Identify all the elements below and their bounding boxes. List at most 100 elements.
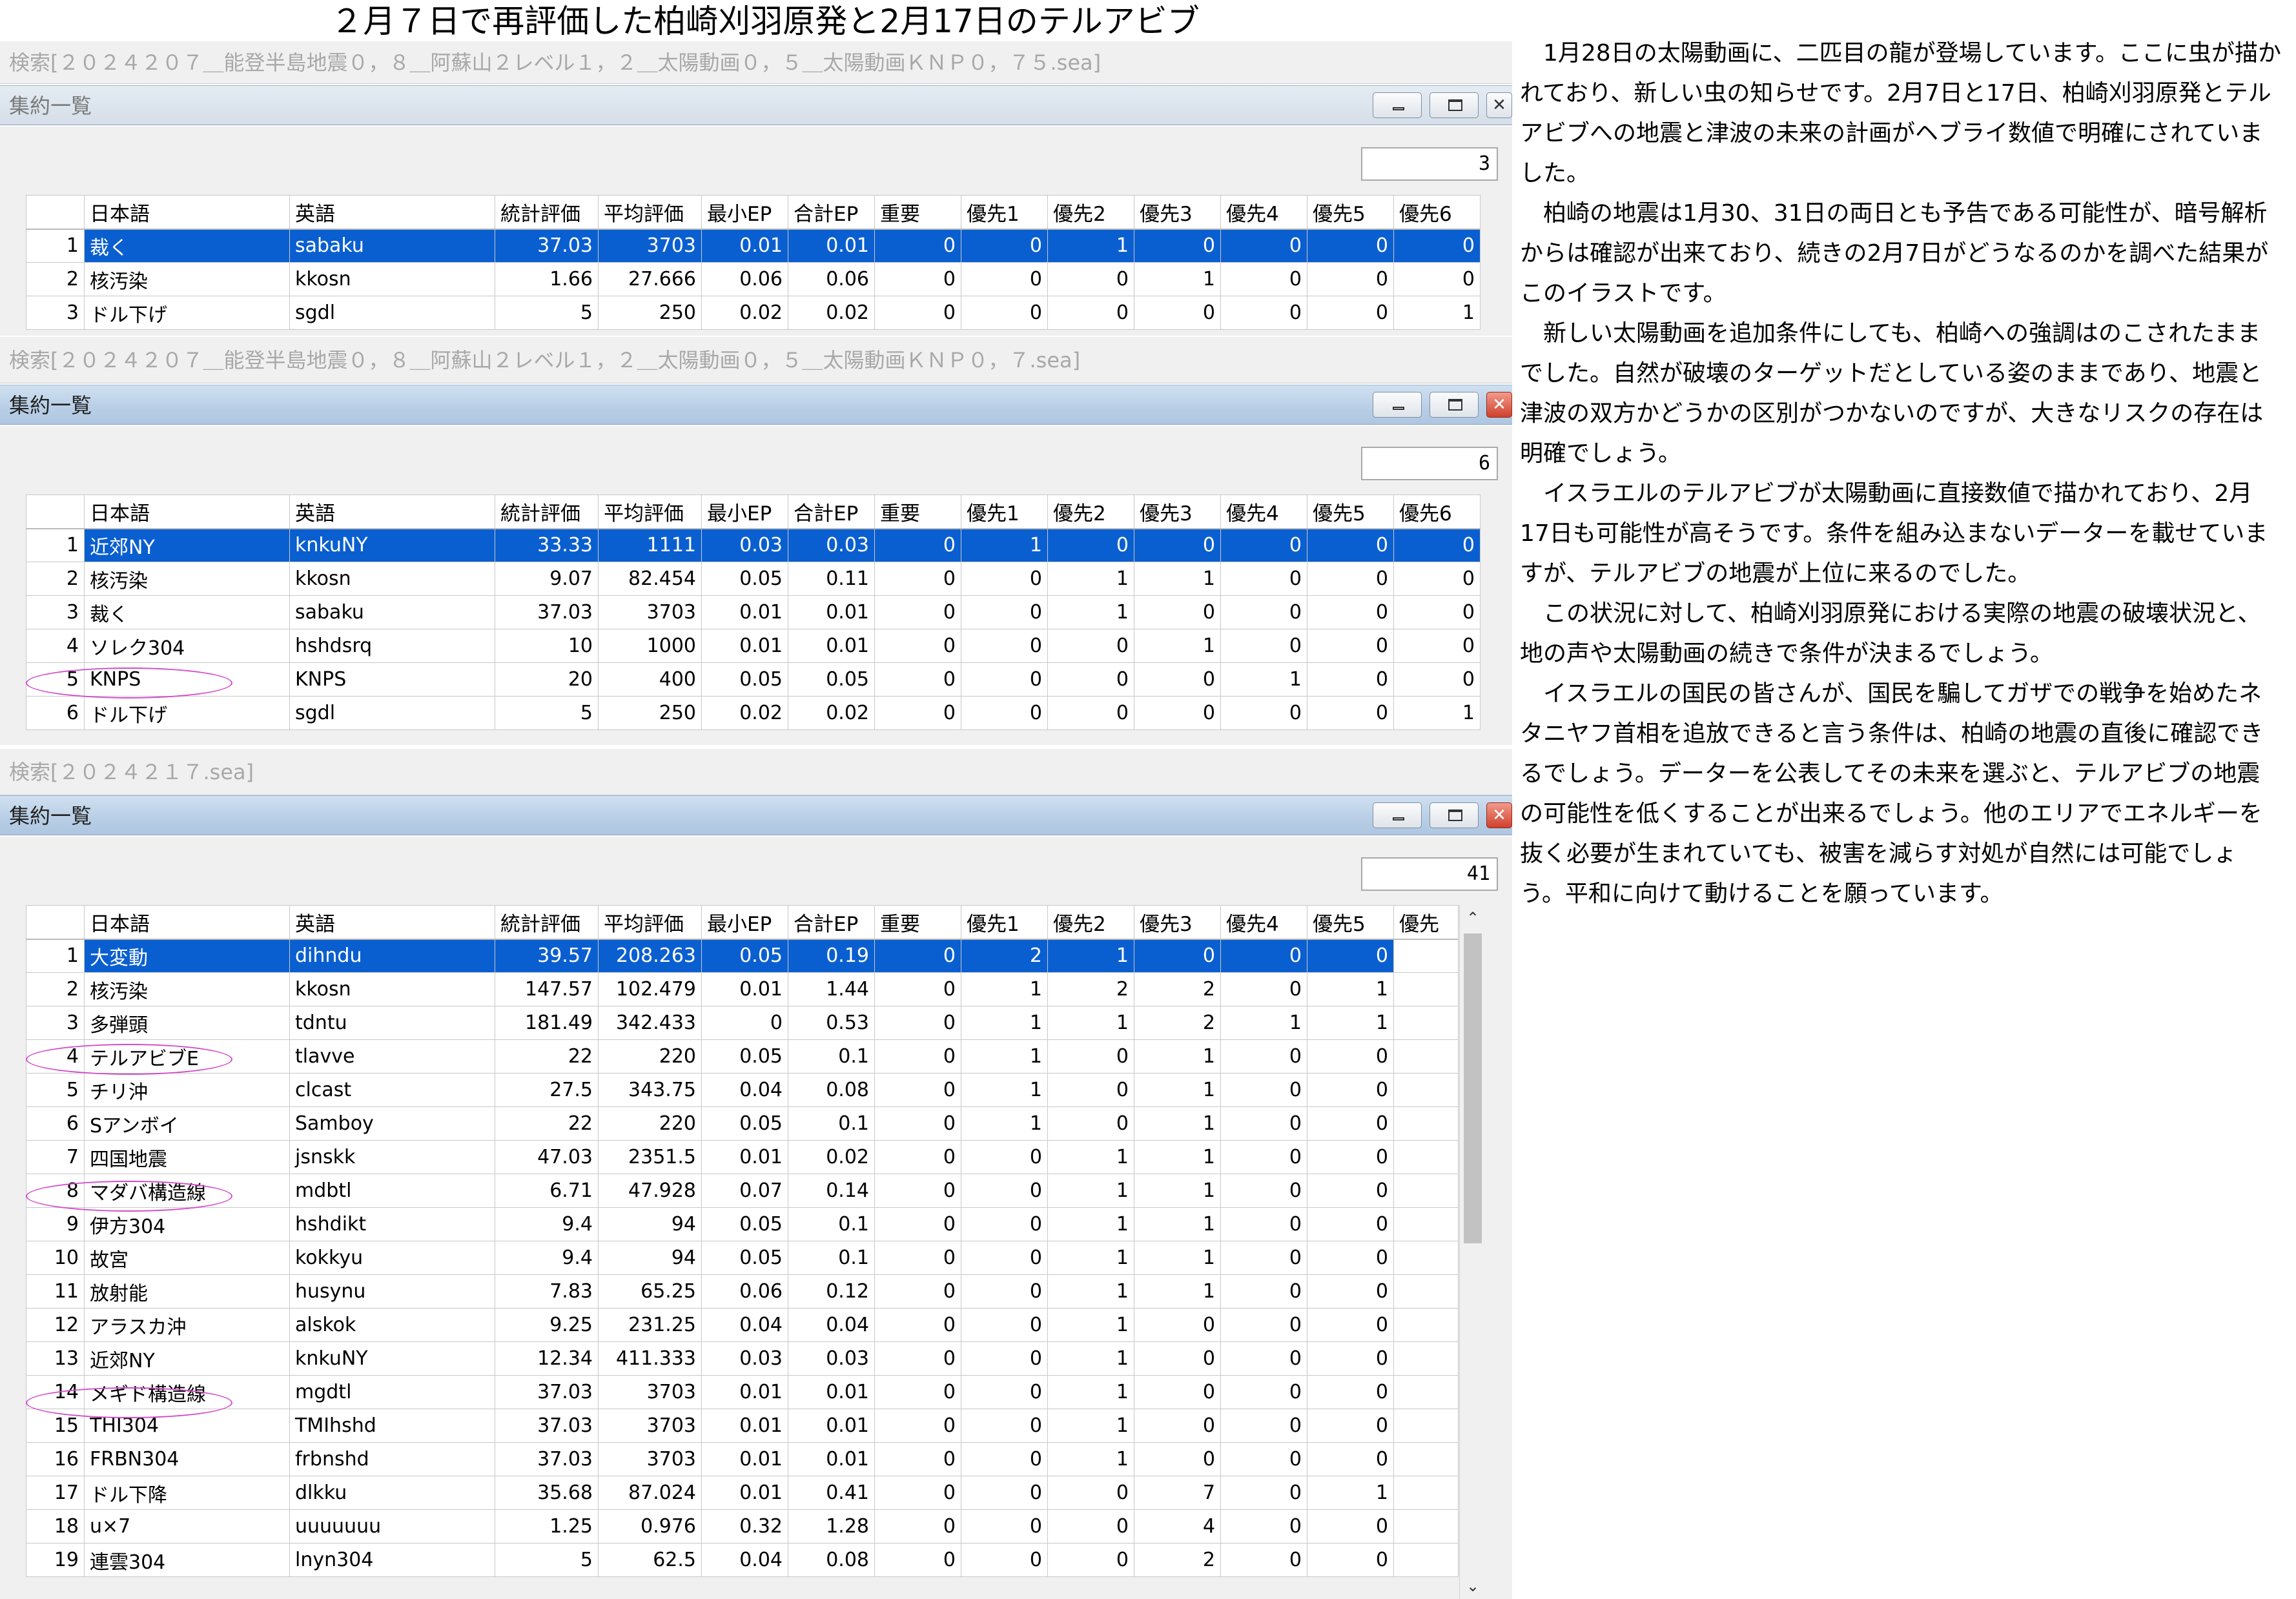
table-row[interactable]: 9 伊方304 hshdikt 9.4 94 0.05 0.1 0 0 1 1 0 0 <box>26 1207 1459 1241</box>
row-number[interactable]: 2 <box>26 262 85 296</box>
row-header-corner[interactable] <box>26 494 85 529</box>
column-header[interactable]: 優先3 <box>1134 905 1221 940</box>
column-header[interactable]: 優先1 <box>961 195 1048 230</box>
window-titlebar[interactable]: 集約一覧 ✕ <box>0 385 1512 425</box>
column-header[interactable]: 優先4 <box>1220 195 1307 230</box>
row-number[interactable]: 6 <box>26 1106 85 1141</box>
row-number[interactable]: 3 <box>26 296 85 330</box>
row-number[interactable]: 6 <box>26 696 85 730</box>
close-button[interactable]: ✕ <box>1486 92 1512 118</box>
row-number[interactable]: 9 <box>26 1207 85 1241</box>
row-number[interactable]: 4 <box>26 629 85 663</box>
column-header[interactable]: 最小EP <box>701 494 788 529</box>
column-header[interactable]: 平均評価 <box>598 905 702 940</box>
table-row[interactable]: 6 ドル下げ sgdl 5 250 0.02 0.02 0 0 0 0 0 0 1 <box>26 696 1481 730</box>
column-header[interactable]: 優先5 <box>1307 195 1394 230</box>
row-number[interactable]: 11 <box>26 1274 85 1309</box>
scrollbar-thumb[interactable] <box>1464 933 1482 1243</box>
table-row[interactable]: 14 メギド構造線 mgdtl 37.03 3703 0.01 0.01 0 0 1 0 0 0 <box>26 1375 1459 1409</box>
table-row[interactable]: 1 裁く sabaku 37.03 3703 0.01 0.01 0 0 1 0 0 0 0 <box>26 229 1481 263</box>
maximize-button[interactable] <box>1430 392 1479 418</box>
column-header[interactable]: 優先2 <box>1047 494 1134 529</box>
column-header[interactable]: 日本語 <box>84 905 290 940</box>
maximize-button[interactable] <box>1430 802 1479 828</box>
row-header-corner[interactable] <box>26 195 85 230</box>
minimize-button[interactable] <box>1373 392 1422 418</box>
column-header[interactable]: 合計EP <box>788 905 875 940</box>
table-row[interactable]: 19 連雲304 lnyn304 5 62.5 0.04 0.08 0 0 0 2 0 0 <box>26 1543 1459 1577</box>
column-header[interactable]: 英語 <box>289 195 495 230</box>
column-header[interactable]: 優先2 <box>1047 905 1134 940</box>
table-row[interactable]: 6 Sアンボイ Samboy 22 220 0.05 0.1 0 1 0 1 0 0 <box>26 1106 1459 1141</box>
row-number[interactable]: 8 <box>26 1174 85 1208</box>
table-row[interactable]: 10 故宮 kokkyu 9.4 94 0.05 0.1 0 0 1 1 0 0 <box>26 1241 1459 1275</box>
table-row[interactable]: 5 チリ沖 clcast 27.5 343.75 0.04 0.08 0 1 0 1 0 0 <box>26 1073 1459 1107</box>
scroll-down-icon[interactable]: ⌄ <box>1460 1573 1486 1599</box>
close-button[interactable]: ✕ <box>1486 802 1512 828</box>
window-titlebar[interactable]: 集約一覧 ✕ <box>0 85 1512 125</box>
column-header[interactable]: 優先 <box>1393 905 1459 940</box>
column-header[interactable]: 優先5 <box>1307 905 1394 940</box>
table-row[interactable]: 2 核汚染 kkosn 1.66 27.666 0.06 0.06 0 0 0 1 0 0 0 <box>26 262 1481 296</box>
row-number[interactable]: 13 <box>26 1341 85 1376</box>
window-titlebar[interactable]: 集約一覧 ✕ <box>0 795 1512 835</box>
summary-table[interactable]: 日本語 英語 統計評価 平均評価 最小EP 合計EP 重要 優先1 優先2 優先3 優先4 優先5 優先… <box>26 195 1481 330</box>
table-row[interactable]: 1 大変動 dihndu 39.57 208.263 0.05 0.19 0 2 1 0 0 0 <box>26 939 1459 973</box>
row-number[interactable]: 3 <box>26 1006 85 1040</box>
column-header[interactable]: 合計EP <box>788 195 875 230</box>
table-row[interactable]: 16 FRBN304 frbnshd 37.03 3703 0.01 0.01 0 0 1 0 0 0 <box>26 1442 1459 1476</box>
column-header[interactable]: 統計評価 <box>495 494 599 529</box>
column-header[interactable]: 最小EP <box>701 905 788 940</box>
row-number[interactable]: 1 <box>26 528 85 562</box>
row-number[interactable]: 4 <box>26 1039 85 1074</box>
row-number[interactable]: 2 <box>26 972 85 1006</box>
column-header[interactable]: 英語 <box>289 494 495 529</box>
column-header[interactable]: 平均評価 <box>598 195 702 230</box>
table-row[interactable]: 3 ドル下げ sgdl 5 250 0.02 0.02 0 0 0 0 0 0 1 <box>26 296 1481 330</box>
row-number[interactable]: 1 <box>26 229 85 263</box>
row-number[interactable]: 3 <box>26 595 85 629</box>
result-count-field[interactable]: 3 <box>1361 147 1498 181</box>
row-number[interactable]: 19 <box>26 1543 85 1577</box>
row-number[interactable]: 10 <box>26 1241 85 1275</box>
vertical-scrollbar[interactable]: ⌃ ⌄ <box>1459 905 1486 1599</box>
maximize-button[interactable] <box>1430 92 1479 118</box>
row-number[interactable]: 18 <box>26 1509 85 1543</box>
table-row[interactable]: 8 マダバ構造線 mdbtl 6.71 47.928 0.07 0.14 0 0 1 1 0 0 <box>26 1174 1459 1208</box>
result-count-field[interactable]: 41 <box>1361 857 1498 891</box>
row-header-corner[interactable] <box>26 905 85 940</box>
table-row[interactable]: 2 核汚染 kkosn 9.07 82.454 0.05 0.11 0 0 1 1 0 0 0 <box>26 562 1481 596</box>
column-header[interactable]: 統計評価 <box>495 905 599 940</box>
column-header[interactable]: 優先4 <box>1220 905 1307 940</box>
column-header[interactable]: 優先2 <box>1047 195 1134 230</box>
row-number[interactable]: 5 <box>26 662 85 697</box>
table-row[interactable]: 7 四国地震 jsnskk 47.03 2351.5 0.01 0.02 0 0 1 1 0 0 <box>26 1140 1459 1174</box>
table-row[interactable]: 13 近郊NY knkuNY 12.34 411.333 0.03 0.03 0 0 1 0 0 0 <box>26 1341 1459 1376</box>
table-row[interactable]: 4 テルアビブE tlavve 22 220 0.05 0.1 0 1 0 1 0 0 <box>26 1039 1459 1074</box>
column-header[interactable]: 合計EP <box>788 494 875 529</box>
column-header[interactable]: 重要 <box>874 494 961 529</box>
scroll-up-icon[interactable]: ⌃ <box>1460 905 1486 931</box>
table-row[interactable]: 3 裁く sabaku 37.03 3703 0.01 0.01 0 0 1 0 0 0 0 <box>26 595 1481 629</box>
table-row[interactable]: 1 近郊NY knkuNY 33.33 1111 0.03 0.03 0 1 0 0 0 0 0 <box>26 528 1481 562</box>
column-header[interactable]: 統計評価 <box>495 195 599 230</box>
column-header[interactable]: 優先1 <box>961 905 1048 940</box>
column-header[interactable]: 日本語 <box>84 195 290 230</box>
column-header[interactable]: 優先3 <box>1134 494 1221 529</box>
column-header[interactable]: 優先4 <box>1220 494 1307 529</box>
table-row[interactable]: 18 u×7 uuuuuuu 1.25 0.976 0.32 1.28 0 0 0 4 0 0 <box>26 1509 1459 1543</box>
table-row[interactable]: 12 アラスカ沖 alskok 9.25 231.25 0.04 0.04 0 0 1 0 0 0 <box>26 1308 1459 1342</box>
column-header[interactable]: 優先3 <box>1134 195 1221 230</box>
row-number[interactable]: 14 <box>26 1375 85 1409</box>
column-header[interactable]: 優先5 <box>1307 494 1394 529</box>
row-number[interactable]: 5 <box>26 1073 85 1107</box>
row-number[interactable]: 2 <box>26 562 85 596</box>
row-number[interactable]: 15 <box>26 1409 85 1443</box>
table-row[interactable]: 17 ドル下降 dlkku 35.68 87.024 0.01 0.41 0 0 0 7 0 1 <box>26 1476 1459 1510</box>
row-number[interactable]: 17 <box>26 1476 85 1510</box>
table-row[interactable]: 3 多弾頭 tdntu 181.49 342.433 0 0.53 0 1 1 2 1 1 <box>26 1006 1459 1040</box>
row-number[interactable]: 16 <box>26 1442 85 1476</box>
table-row[interactable]: 4 ソレク304 hshdsrq 10 1000 0.01 0.01 0 0 0 1 0 0 0 <box>26 629 1481 663</box>
close-button[interactable]: ✕ <box>1486 392 1512 418</box>
column-header[interactable]: 英語 <box>289 905 495 940</box>
